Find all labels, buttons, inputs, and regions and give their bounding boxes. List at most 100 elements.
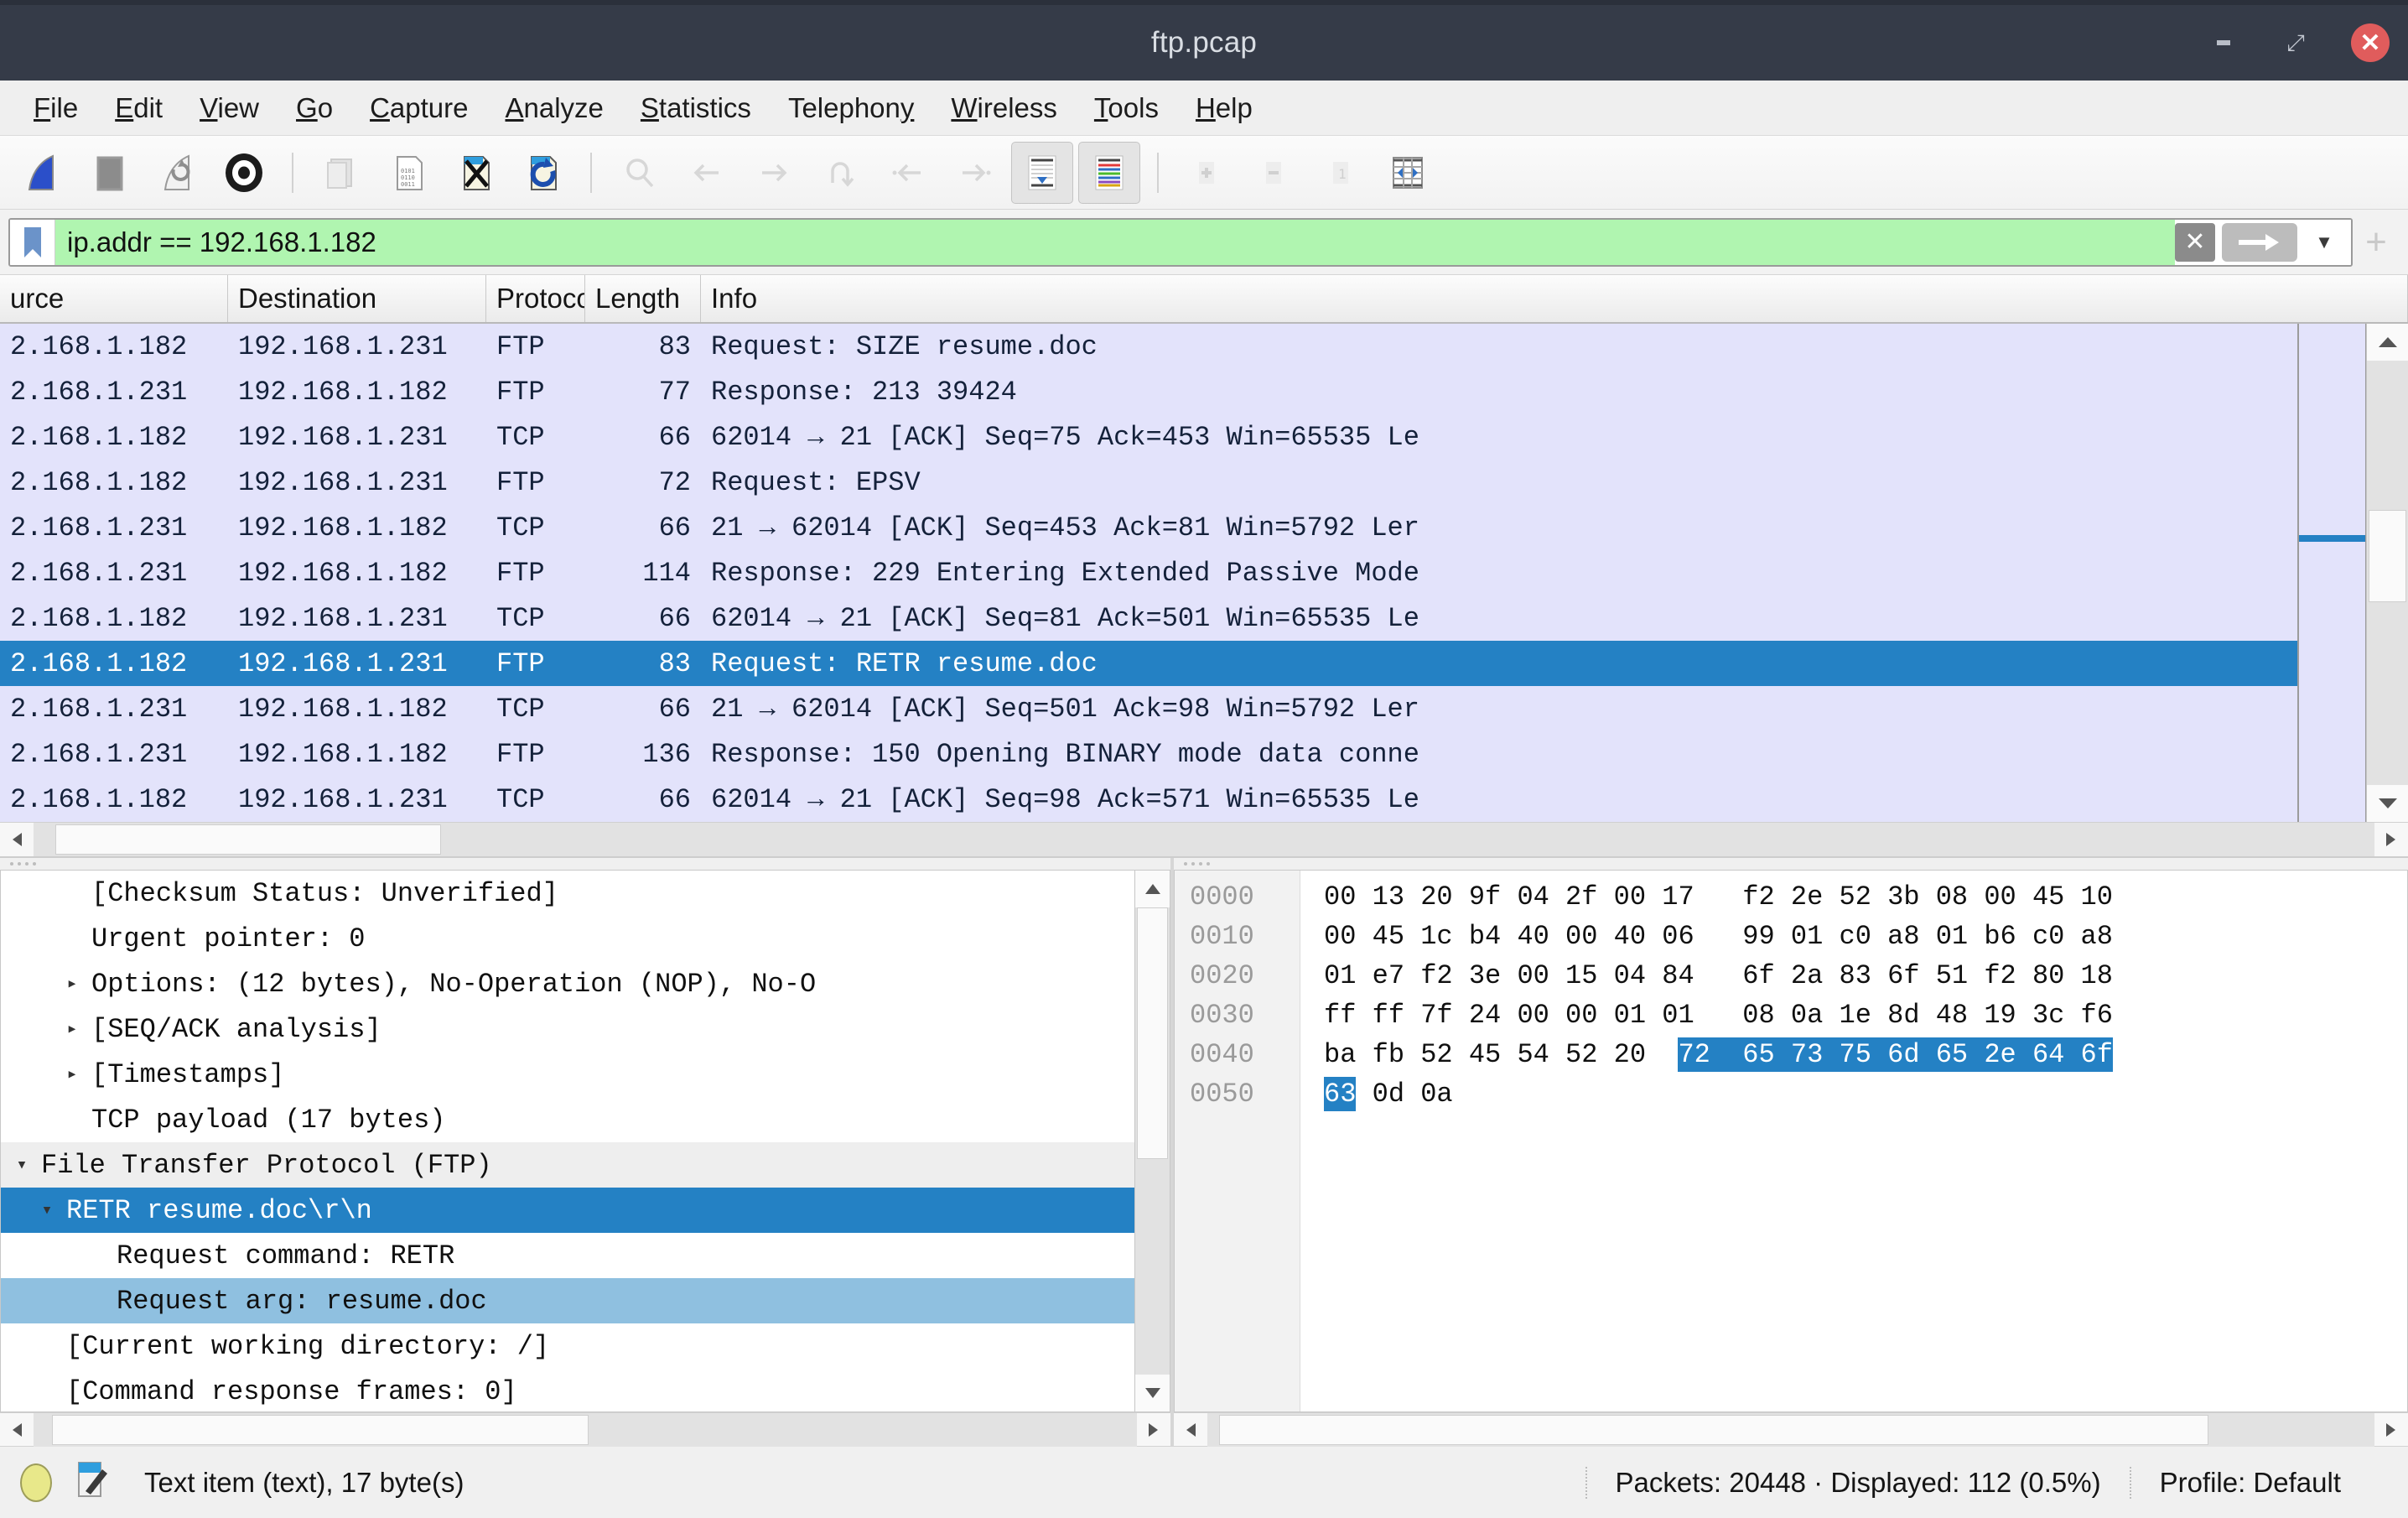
packet-detail-row[interactable]: Request command: RETR: [1, 1233, 1170, 1278]
packet-list-column-header-protocol[interactable]: Protocol: [486, 275, 585, 322]
colorize-icon[interactable]: [1078, 141, 1140, 204]
menu-item-help[interactable]: Help: [1177, 87, 1271, 129]
packet-detail-row[interactable]: TCP payload (17 bytes): [1, 1097, 1170, 1142]
packet-list-row[interactable]: 2.168.1.182 192.168.1.231 FTP 83 Request: RE…: [0, 641, 2408, 686]
packet-detail-row[interactable]: [Checksum Status: Unverified]: [1, 871, 1170, 916]
packet-list-row[interactable]: 2.168.1.231 192.168.1.182 TCP 66 21 → 62014 …: [0, 505, 2408, 550]
bytes-horizontal-scrollbar[interactable]: [1174, 1412, 2408, 1447]
scroll-track[interactable]: [1135, 907, 1170, 1375]
reload-file-icon[interactable]: [511, 142, 573, 204]
packet-list-row[interactable]: 2.168.1.231 192.168.1.182 FTP 77 Response: 2…: [0, 369, 2408, 414]
packet-detail-row[interactable]: Request arg: resume.doc: [1, 1278, 1170, 1323]
menu-item-go[interactable]: Go: [278, 87, 351, 129]
scroll-track-horizontal[interactable]: [34, 822, 2374, 856]
scroll-up-icon[interactable]: [2367, 324, 2408, 361]
packet-detail-row[interactable]: RETR resume.doc\r\n: [1, 1188, 1170, 1233]
hex-byte-row[interactable]: 00 13 20 9f 04 2f 00 17 f2 2e 52 3b 08 0…: [1300, 877, 2407, 917]
menu-item-tools[interactable]: Tools: [1076, 87, 1177, 129]
apply-filter-icon[interactable]: [2222, 222, 2297, 262]
close-file-icon[interactable]: [444, 142, 506, 204]
packet-list-body[interactable]: 2.168.1.182 192.168.1.231 FTP 83 Request: SI…: [0, 324, 2408, 822]
hex-byte-row[interactable]: 63 0d 0a: [1300, 1074, 2407, 1114]
packet-list-row[interactable]: 2.168.1.182 192.168.1.231 FTP 72 Request: EP…: [0, 460, 2408, 505]
menu-item-edit[interactable]: Edit: [96, 87, 181, 129]
scroll-track-horizontal[interactable]: [34, 1412, 1137, 1447]
packet-detail-row[interactable]: File Transfer Protocol (FTP): [1, 1142, 1170, 1188]
packet-list-horizontal-scrollbar[interactable]: [0, 822, 2408, 856]
packet-list-vertical-scrollbar[interactable]: [2366, 324, 2408, 822]
packet-list-row[interactable]: 2.168.1.231 192.168.1.182 TCP 66 21 → 62014 …: [0, 686, 2408, 731]
menu-item-statistics[interactable]: Statistics: [622, 87, 770, 129]
display-filter-input[interactable]: [55, 219, 2175, 265]
scroll-down-icon[interactable]: [1135, 1375, 1170, 1411]
expand-triangle-icon[interactable]: [61, 1018, 83, 1040]
scroll-left-icon[interactable]: [1174, 1412, 1207, 1447]
packet-detail-row[interactable]: Urgent pointer: 0: [1, 916, 1170, 961]
auto-scroll-icon[interactable]: [1011, 141, 1073, 204]
collapse-triangle-icon[interactable]: [11, 1154, 33, 1176]
scroll-down-icon[interactable]: [2367, 785, 2408, 822]
menu-item-view[interactable]: View: [181, 87, 278, 129]
expand-triangle-icon[interactable]: [61, 973, 83, 995]
capture-file-properties-icon[interactable]: [74, 1459, 111, 1505]
collapse-triangle-icon[interactable]: [36, 1199, 58, 1221]
bookmark-icon[interactable]: [10, 219, 55, 265]
close-icon[interactable]: ✕: [2351, 23, 2390, 62]
scroll-track[interactable]: [2367, 361, 2408, 785]
minimize-icon[interactable]: [2207, 26, 2240, 60]
scroll-track-horizontal[interactable]: [1207, 1412, 2374, 1447]
scroll-left-icon[interactable]: [0, 822, 34, 856]
scroll-right-icon[interactable]: [2374, 1412, 2408, 1447]
packet-list-intelligent-scrollbar[interactable]: [2297, 324, 2366, 822]
start-capture-icon[interactable]: [12, 142, 74, 204]
stop-capture-icon[interactable]: [79, 142, 141, 204]
scroll-right-icon[interactable]: [2374, 822, 2408, 856]
expand-triangle-icon[interactable]: [61, 1063, 83, 1085]
hex-byte-row[interactable]: ff ff 7f 24 00 00 01 01 08 0a 1e 8d 48 1…: [1300, 996, 2407, 1035]
scroll-left-icon[interactable]: [0, 1412, 34, 1447]
scroll-right-icon[interactable]: [1137, 1412, 1170, 1447]
open-file-icon[interactable]: [310, 142, 372, 204]
packet-detail-row[interactable]: [Timestamps]: [1, 1052, 1170, 1097]
hex-byte-row[interactable]: ba fb 52 45 54 52 20 72 65 73 75 6d 65 2…: [1300, 1035, 2407, 1074]
details-vertical-scrollbar[interactable]: [1134, 871, 1170, 1411]
packet-list-row[interactable]: 2.168.1.231 192.168.1.182 FTP 136 Response: …: [0, 731, 2408, 777]
packet-list-row[interactable]: 2.168.1.182 192.168.1.231 TCP 66 62014 → 21 …: [0, 777, 2408, 822]
scroll-up-icon[interactable]: [1135, 871, 1170, 907]
menu-item-file[interactable]: File: [15, 87, 96, 129]
packet-detail-row[interactable]: Options: (12 bytes), No-Operation (NOP),…: [1, 961, 1170, 1006]
maximize-icon[interactable]: ⤢: [2279, 26, 2312, 60]
packet-bytes-hexdump[interactable]: 0000 0010 0020 0030 0040 0050 00 13 20 9f 04 …: [1174, 870, 2408, 1412]
status-profile[interactable]: Profile: Default: [2129, 1466, 2369, 1499]
toolbar-separator: [292, 152, 293, 193]
capture-options-icon[interactable]: [213, 142, 275, 204]
packet-details-tree[interactable]: [Checksum Status: Unverified] Urgent poin…: [0, 870, 1170, 1412]
add-filter-button-icon[interactable]: +: [2353, 221, 2400, 263]
packet-list-column-header-source[interactable]: urce: [0, 275, 228, 322]
packet-list-column-header-info[interactable]: Info: [701, 275, 2408, 322]
menu-item-capture[interactable]: Capture: [351, 87, 486, 129]
packet-list-row[interactable]: 2.168.1.231 192.168.1.182 FTP 114 Response: …: [0, 550, 2408, 595]
packet-detail-row[interactable]: [SEQ/ACK analysis]: [1, 1006, 1170, 1052]
packet-list-column-header-destination[interactable]: Destination: [228, 275, 486, 322]
packet-list-row[interactable]: 2.168.1.182 192.168.1.231 FTP 83 Request: SI…: [0, 324, 2408, 369]
clear-filter-icon[interactable]: ✕: [2175, 222, 2215, 262]
menu-item-wireless[interactable]: Wireless: [932, 87, 1076, 129]
packet-detail-row[interactable]: [Current working directory: /]: [1, 1323, 1170, 1369]
menu-item-telephony[interactable]: Telephony: [770, 87, 932, 129]
packet-list-row[interactable]: 2.168.1.182 192.168.1.231 TCP 66 62014 → 21 …: [0, 595, 2408, 641]
pane-gripper[interactable]: [0, 858, 1170, 870]
save-file-icon[interactable]: 0101 0110 0011: [377, 142, 439, 204]
expert-info-icon[interactable]: [20, 1463, 52, 1502]
resize-columns-icon[interactable]: [1377, 142, 1439, 204]
filter-history-dropdown-icon[interactable]: ▼: [2304, 223, 2344, 262]
details-horizontal-scrollbar[interactable]: [0, 1412, 1170, 1447]
restart-capture-icon[interactable]: [146, 142, 208, 204]
pane-gripper[interactable]: [1174, 858, 2408, 870]
packet-detail-row[interactable]: [Command response frames: 0]: [1, 1369, 1170, 1411]
hex-byte-row[interactable]: 00 45 1c b4 40 00 40 06 99 01 c0 a8 01 b…: [1300, 917, 2407, 956]
hex-byte-row[interactable]: 01 e7 f2 3e 00 15 04 84 6f 2a 83 6f 51 f…: [1300, 956, 2407, 996]
packet-list-row[interactable]: 2.168.1.182 192.168.1.231 TCP 66 62014 → 21 …: [0, 414, 2408, 460]
menu-item-analyze[interactable]: Analyze: [486, 87, 621, 129]
packet-list-column-header-length[interactable]: Length: [585, 275, 701, 322]
